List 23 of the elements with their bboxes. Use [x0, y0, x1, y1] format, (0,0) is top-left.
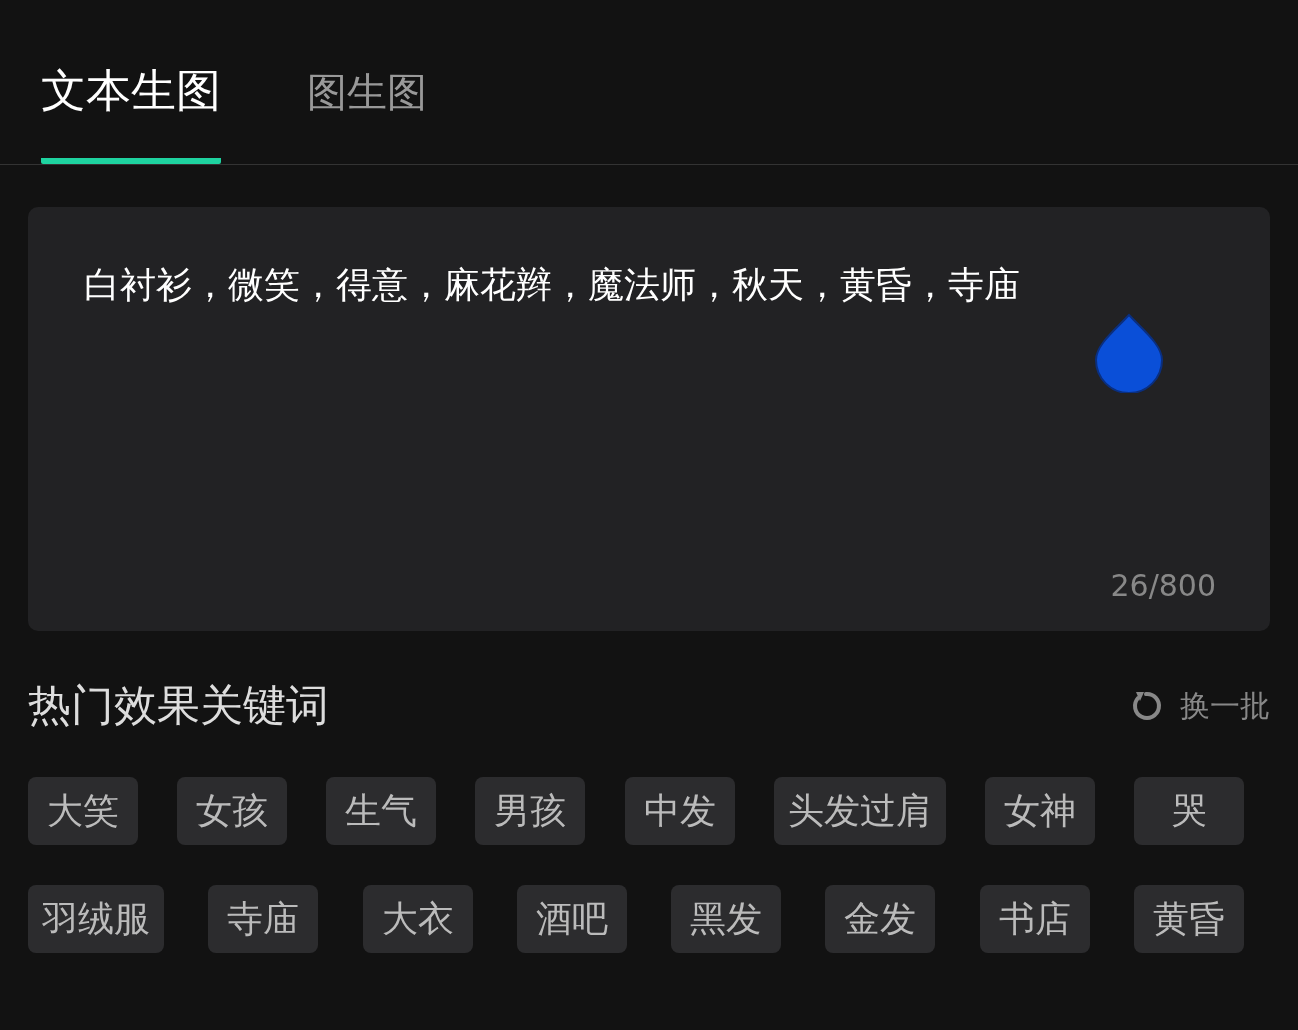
prompt-field[interactable]: 白衬衫，微笑，得意，麻花辫，魔法师，秋天，黄昏，寺庙: [84, 261, 1150, 309]
keyword-tag[interactable]: 生气: [326, 777, 437, 845]
keyword-tag[interactable]: 酒吧: [516, 885, 627, 953]
keyword-tag[interactable]: 女孩: [177, 777, 288, 845]
refresh-button[interactable]: 换一批: [1128, 685, 1270, 727]
section-title: 热门效果关键词: [28, 679, 329, 732]
tab[interactable]: 文本生图: [41, 0, 221, 164]
keyword-tag[interactable]: 金发: [825, 885, 936, 953]
character-counter: 26/800: [1110, 568, 1216, 603]
keyword-tag[interactable]: 中发: [624, 777, 735, 845]
cursor-handle-icon[interactable]: [1094, 313, 1164, 393]
keyword-tag[interactable]: 头发过肩: [773, 777, 946, 845]
keyword-tag[interactable]: 寺庙: [208, 885, 319, 953]
keyword-tag[interactable]: 男孩: [475, 777, 586, 845]
keyword-tag[interactable]: 哭: [1134, 777, 1244, 845]
tab[interactable]: 图生图: [307, 0, 427, 165]
keyword-tag[interactable]: 黑发: [671, 885, 782, 953]
keyword-tag[interactable]: 大笑: [28, 777, 138, 845]
keyword-tag[interactable]: 书店: [979, 885, 1090, 953]
keyword-tag[interactable]: 女神: [984, 777, 1095, 845]
keyword-tag[interactable]: 黄昏: [1133, 885, 1244, 953]
keyword-tag[interactable]: 羽绒服: [28, 885, 164, 953]
keyword-tag[interactable]: 大衣: [362, 885, 473, 953]
